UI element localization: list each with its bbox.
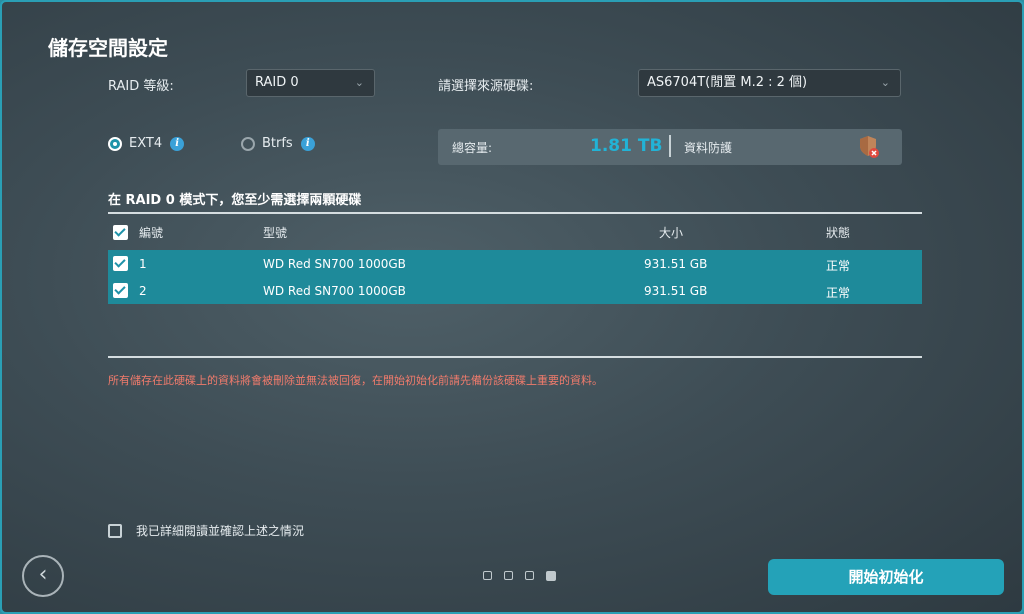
start-initialization-button[interactable]: 開始初始化	[768, 559, 1004, 595]
confirm-checkbox-row[interactable]: 我已詳細閱讀並確認上述之情況	[108, 522, 304, 539]
confirm-label: 我已詳細閱讀並確認上述之情況	[136, 524, 305, 538]
fs-option-label: EXT4	[129, 136, 163, 151]
source-disk-select[interactable]: AS6704T(閒置 M.2 : 2 個) ⌄	[638, 69, 901, 97]
page-dot-active	[546, 571, 556, 581]
disk-size: 931.51 GB	[644, 284, 708, 298]
shield-icon	[860, 136, 879, 158]
raid-level-label: RAID 等級:	[108, 79, 174, 94]
divider	[108, 356, 922, 358]
fs-option-label: Btrfs	[262, 136, 293, 151]
divider	[669, 135, 671, 157]
confirm-checkbox[interactable]	[108, 523, 122, 538]
chevron-down-icon: ⌄	[880, 76, 890, 89]
disk-model: WD Red SN700 1000GB	[263, 284, 406, 298]
source-disk-label: 請選擇來源硬碟:	[438, 79, 534, 94]
radio-selected-icon	[108, 136, 122, 151]
chevron-left-icon: ‹	[38, 562, 48, 587]
fs-option-btrfs[interactable]: Btrfs i	[241, 136, 315, 151]
row-checkbox[interactable]	[113, 256, 128, 271]
column-header-id: 編號	[139, 226, 164, 240]
data-loss-warning: 所有儲存在此硬碟上的資料將會被刪除並無法被回復，在開始初始化前請先備份該硬碟上重…	[108, 374, 603, 387]
disk-status: 正常	[826, 259, 851, 273]
select-all-checkbox[interactable]	[113, 225, 128, 240]
info-icon[interactable]: i	[300, 136, 315, 151]
disk-model: WD Red SN700 1000GB	[263, 257, 406, 271]
column-header-status: 狀態	[826, 226, 851, 240]
table-row[interactable]: 1 WD Red SN700 1000GB 931.51 GB 正常	[108, 250, 922, 277]
capacity-value: 1.81 TB	[590, 136, 663, 156]
chevron-down-icon: ⌄	[354, 76, 364, 89]
page-dot	[525, 571, 534, 580]
capacity-label: 總容量:	[452, 141, 493, 155]
capacity-panel: 總容量: 1.81 TB 資料防護	[438, 129, 902, 165]
fs-option-ext4[interactable]: EXT4 i	[108, 136, 185, 151]
row-checkbox[interactable]	[113, 283, 128, 298]
table-row[interactable]: 2 WD Red SN700 1000GB 931.51 GB 正常	[108, 277, 922, 304]
raid-requirement-heading: 在 RAID 0 模式下，您至少需選擇兩顆硬碟	[108, 193, 362, 208]
protection-label: 資料防護	[684, 141, 733, 155]
raid-level-select[interactable]: RAID 0 ⌄	[246, 69, 375, 97]
column-header-size: 大小	[659, 226, 684, 240]
page-indicator	[483, 571, 568, 581]
divider	[108, 212, 922, 214]
disk-id: 2	[139, 284, 147, 298]
disk-status: 正常	[826, 286, 851, 300]
disk-id: 1	[139, 257, 147, 271]
page-title: 儲存空間設定	[48, 36, 168, 60]
column-header-model: 型號	[263, 226, 288, 240]
raid-level-value: RAID 0	[255, 75, 299, 90]
table-header: 編號 型號 大小 狀態	[108, 216, 922, 248]
page-dot	[483, 571, 492, 580]
back-button[interactable]: ‹	[22, 555, 64, 597]
disk-size: 931.51 GB	[644, 257, 708, 271]
radio-unselected-icon	[241, 136, 255, 151]
source-disk-value: AS6704T(閒置 M.2 : 2 個)	[647, 75, 808, 90]
page-dot	[504, 571, 513, 580]
storage-setup-window: 儲存空間設定 RAID 等級: RAID 0 ⌄ 請選擇來源硬碟: AS6704…	[0, 0, 1024, 614]
disk-table-body: 1 WD Red SN700 1000GB 931.51 GB 正常 2 WD …	[108, 250, 922, 304]
info-icon[interactable]: i	[170, 136, 185, 151]
